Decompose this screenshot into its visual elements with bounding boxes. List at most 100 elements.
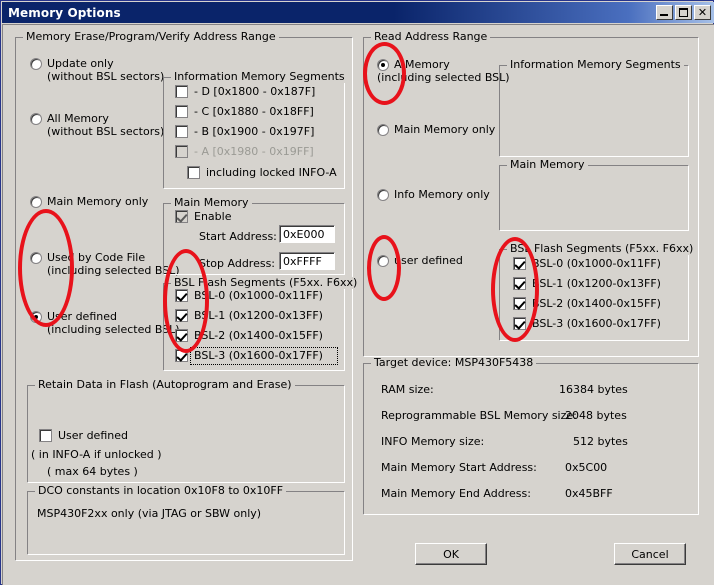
checkbox-info-seg-a-label: - A [0x1980 - 0x19FF] — [194, 145, 314, 158]
radio-used-by-code-file-indicator[interactable] — [30, 252, 42, 264]
checkbox-bsl-2-left-box[interactable] — [175, 329, 188, 342]
radio-all-memory-indicator[interactable] — [30, 113, 42, 125]
checkbox-info-seg-a-box — [175, 145, 188, 158]
checkbox-bsl-0-right-label: BSL-0 (0x1000-0x11FF) — [532, 257, 661, 270]
value-ram-size: 16384 bytes — [559, 383, 628, 396]
cancel-button-label: Cancel — [631, 547, 669, 561]
radio-read-main-memory-only-indicator[interactable] — [377, 124, 389, 136]
close-button[interactable]: ✕ — [694, 5, 711, 20]
maximize-icon — [679, 8, 688, 17]
label-info-memory-size: INFO Memory size: — [381, 435, 485, 448]
checkbox-info-seg-b-box[interactable] — [175, 125, 188, 138]
checkbox-retain-user-defined-box[interactable] — [39, 429, 52, 442]
radio-read-user-defined[interactable]: user defined — [377, 254, 463, 267]
checkbox-bsl-1-right-box[interactable] — [513, 277, 526, 290]
input-start-address[interactable]: 0xE000 — [279, 225, 335, 243]
close-icon: ✕ — [697, 6, 708, 19]
input-stop-address[interactable]: 0xFFFF — [279, 252, 335, 270]
checkbox-bsl-3-right[interactable]: BSL-3 (0x1600-0x17FF) — [513, 317, 661, 331]
radio-read-all-memory-indicator[interactable] — [377, 59, 389, 71]
radio-update-only-label: Update only — [47, 57, 114, 70]
window-title: Memory Options — [8, 5, 121, 20]
radio-used-by-code-file-label: Used by Code File — [47, 251, 146, 264]
checkbox-bsl-3-left-box[interactable] — [175, 349, 188, 362]
radio-read-info-memory-only-indicator[interactable] — [377, 189, 389, 201]
dialog-client-area: Memory Erase/Program/Verify Address Rang… — [2, 24, 714, 585]
checkbox-bsl-2-left-label: BSL-2 (0x1400-0x15FF) — [194, 329, 323, 342]
radio-user-defined-left-indicator[interactable] — [30, 311, 42, 323]
checkbox-bsl-1-left[interactable]: BSL-1 (0x1200-0x13FF) — [175, 309, 323, 323]
radio-all-memory-sublabel: (without BSL sectors) — [47, 125, 165, 138]
ok-button[interactable]: OK — [415, 543, 487, 565]
radio-used-by-code-file-sublabel: (including selected BSL) — [47, 264, 180, 277]
minimize-button[interactable] — [656, 5, 673, 20]
ok-button-label: OK — [443, 547, 459, 561]
checkbox-retain-user-defined[interactable]: User defined — [39, 429, 128, 443]
checkbox-bsl-2-right[interactable]: BSL-2 (0x1400-0x15FF) — [513, 297, 661, 311]
radio-all-memory[interactable]: All Memory (without BSL sectors) — [30, 112, 164, 138]
checkbox-main-memory-enable-box — [175, 210, 188, 223]
title-bar[interactable]: Memory Options ✕ — [2, 2, 714, 23]
checkbox-bsl-3-left-label: BSL-3 (0x1600-0x17FF) — [194, 349, 323, 362]
radio-read-user-defined-label: user defined — [394, 254, 463, 267]
checkbox-info-seg-d[interactable]: - D [0x1800 - 0x187F] — [175, 85, 315, 99]
checkbox-bsl-0-right[interactable]: BSL-0 (0x1000-0x11FF) — [513, 257, 661, 271]
cancel-button[interactable]: Cancel — [614, 543, 686, 565]
checkbox-main-memory-enable: Enable — [175, 210, 231, 224]
label-reprogrammable-bsl-memory-size: Reprogrammable BSL Memory size: — [381, 409, 577, 422]
dco-note: MSP430F2xx only (via JTAG or SBW only) — [37, 507, 262, 520]
label-main-memory-start-address: Main Memory Start Address: — [381, 461, 537, 474]
value-main-memory-end-address: 0x45BFF — [565, 487, 613, 500]
radio-read-user-defined-indicator[interactable] — [377, 255, 389, 267]
radio-read-info-memory-only[interactable]: Info Memory only — [377, 188, 490, 201]
window-controls: ✕ — [656, 5, 711, 20]
checkbox-info-seg-c[interactable]: - C [0x1880 - 0x18FF] — [175, 105, 314, 119]
checkbox-bsl-2-right-label: BSL-2 (0x1400-0x15FF) — [532, 297, 661, 310]
checkbox-bsl-1-right-label: BSL-1 (0x1200-0x13FF) — [532, 277, 661, 290]
group-title-bsl-flash-left: BSL Flash Segments (F5xx. F6xx) — [171, 277, 361, 289]
group-title-dco-constants: DCO constants in location 0x10F8 to 0x10… — [35, 485, 287, 497]
value-main-memory-start-address: 0x5C00 — [565, 461, 608, 474]
radio-update-only-indicator[interactable] — [30, 58, 42, 70]
checkbox-retain-user-defined-label: User defined — [58, 429, 128, 442]
radio-read-main-memory-only[interactable]: Main Memory only — [377, 123, 495, 136]
radio-read-info-memory-only-label: Info Memory only — [394, 188, 490, 201]
radio-used-by-code-file[interactable]: Used by Code File (including selected BS… — [30, 251, 180, 277]
label-stop-address: Stop Address: — [199, 257, 276, 270]
radio-user-defined-left-sublabel: (including selected BSL) — [47, 323, 180, 336]
radio-main-memory-only-indicator[interactable] — [30, 196, 42, 208]
checkbox-main-memory-enable-label: Enable — [194, 210, 232, 223]
checkbox-bsl-1-left-box[interactable] — [175, 309, 188, 322]
checkbox-info-seg-b-label: - B [0x1900 - 0x197F] — [194, 125, 315, 138]
group-title-read-address-range: Read Address Range — [371, 31, 491, 43]
checkbox-bsl-3-right-box[interactable] — [513, 317, 526, 330]
radio-user-defined-left[interactable]: User defined (including selected BSL) — [30, 310, 180, 336]
checkbox-bsl-0-right-box[interactable] — [513, 257, 526, 270]
checkbox-including-locked-info-a-box[interactable] — [187, 166, 200, 179]
checkbox-bsl-2-left[interactable]: BSL-2 (0x1400-0x15FF) — [175, 329, 323, 343]
radio-main-memory-only[interactable]: Main Memory only — [30, 195, 148, 208]
checkbox-bsl-1-right[interactable]: BSL-1 (0x1200-0x13FF) — [513, 277, 661, 291]
checkbox-info-seg-b[interactable]: - B [0x1900 - 0x197F] — [175, 125, 314, 139]
maximize-button[interactable] — [675, 5, 692, 20]
checkbox-including-locked-info-a-label: including locked INFO-A — [206, 166, 337, 179]
memory-options-window: Memory Options ✕ Memory Erase/Program/Ve… — [0, 0, 714, 585]
checkbox-bsl-2-right-box[interactable] — [513, 297, 526, 310]
group-title-main-memory-left: Main Memory — [171, 197, 252, 209]
checkbox-info-seg-c-box[interactable] — [175, 105, 188, 118]
group-title-bsl-flash-right: BSL Flash Segments (F5xx. F6xx) — [507, 243, 697, 255]
radio-user-defined-left-label: User defined — [47, 310, 117, 323]
checkbox-bsl-3-left[interactable]: BSL-3 (0x1600-0x17FF) — [175, 349, 323, 363]
radio-update-only[interactable]: Update only (without BSL sectors) — [30, 57, 164, 83]
radio-read-all-memory[interactable]: A Memory (including selected BSL) — [377, 58, 510, 84]
group-dco-constants: DCO constants in location 0x10F8 to 0x10… — [27, 485, 345, 555]
checkbox-info-seg-d-box[interactable] — [175, 85, 188, 98]
checkbox-bsl-0-left-box[interactable] — [175, 289, 188, 302]
label-ram-size: RAM size: — [381, 383, 434, 396]
checkbox-including-locked-info-a[interactable]: including locked INFO-A — [187, 166, 337, 180]
group-title-target-device: Target device: MSP430F5438 — [371, 357, 537, 369]
checkbox-info-seg-c-label: - C [0x1880 - 0x18FF] — [194, 105, 314, 118]
radio-all-memory-label: All Memory — [47, 112, 109, 125]
group-title-retain-data: Retain Data in Flash (Autoprogram and Er… — [35, 379, 295, 391]
checkbox-bsl-0-left[interactable]: BSL-0 (0x1000-0x11FF) — [175, 289, 323, 303]
